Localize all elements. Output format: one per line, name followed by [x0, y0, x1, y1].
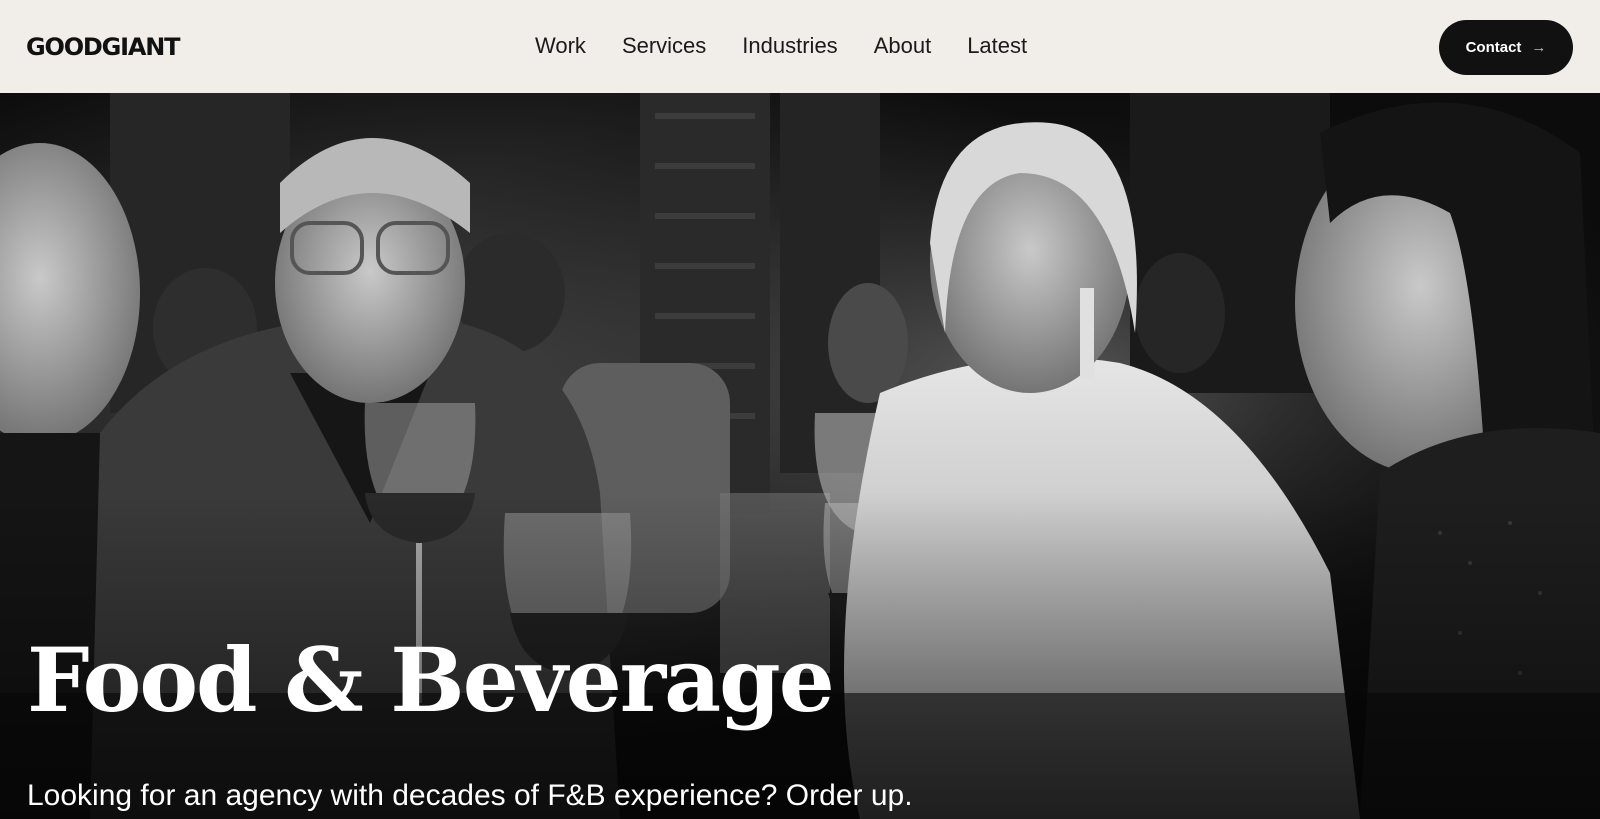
contact-button[interactable]: Contact → [1439, 20, 1573, 75]
nav-item-work[interactable]: Work [535, 30, 586, 62]
nav-item-services[interactable]: Services [622, 30, 706, 62]
nav-item-industries[interactable]: Industries [742, 30, 837, 62]
nav-item-latest[interactable]: Latest [967, 30, 1027, 62]
logo[interactable]: GOODGIANT [26, 34, 180, 60]
site-header: GOODGIANT Work Services Industries About… [0, 0, 1600, 93]
nav-item-about[interactable]: About [874, 30, 932, 62]
hero-subtitle: Looking for an agency with decades of F&… [27, 779, 913, 812]
hero-title: Food & Beverage [27, 628, 835, 732]
main-nav: Work Services Industries About Latest [535, 30, 1027, 62]
arrow-right-icon: → [1531, 39, 1547, 56]
contact-button-label: Contact [1465, 39, 1522, 56]
hero-section: Food & Beverage Looking for an agency wi… [0, 93, 1600, 819]
